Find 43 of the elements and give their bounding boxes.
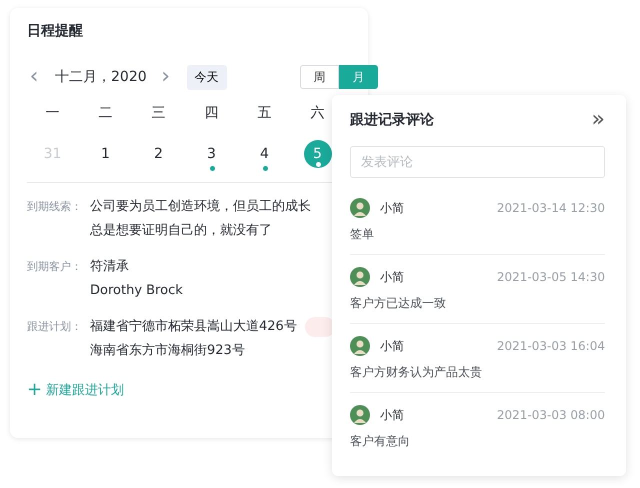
date-cell[interactable]: 3 <box>198 140 226 168</box>
field-value: 海南省东方市海桐街923号 <box>90 342 245 360</box>
comment-time: 2021-03-14 12:30 <box>496 201 605 215</box>
field-value: 公司要为员工创造环境，但员工的成长 <box>90 198 311 216</box>
panel-title: 跟进记录评论 <box>350 111 434 129</box>
comment-time: 2021-03-05 14:30 <box>496 270 605 284</box>
today-button[interactable]: 今天 <box>186 64 227 90</box>
weekday-label: 六 <box>310 104 326 123</box>
comment-text: 签单 <box>350 226 375 242</box>
field-label: 到期线索： <box>27 199 83 215</box>
view-tab[interactable]: 周 <box>300 65 339 89</box>
weekday-label: 四 <box>204 104 220 123</box>
date-cell[interactable]: 1 <box>92 140 120 168</box>
author-name: 小简 <box>380 200 404 216</box>
weekday-label: 三 <box>150 104 166 123</box>
avatar-icon <box>350 267 370 287</box>
weekday-label: 二 <box>98 104 114 123</box>
weekday-label: 五 <box>256 104 272 123</box>
weekday-label: 一 <box>44 104 60 123</box>
comment-time: 2021-03-03 08:00 <box>496 408 605 422</box>
comment-text: 客户方财务认为产品太贵 <box>350 364 483 380</box>
avatar-icon <box>350 336 370 356</box>
comment-field[interactable]: 发表评论 <box>350 146 605 178</box>
collapse-button[interactable]: » <box>592 109 605 131</box>
author-name: 小简 <box>380 268 404 286</box>
field-label: 跟进计划： <box>27 319 83 335</box>
comment-text: 客户方已达成一致 <box>350 295 447 311</box>
card-title: 日程提醒 <box>27 22 84 41</box>
date-cell[interactable]: 4 <box>250 140 278 168</box>
comment-text: 客户有意向 <box>350 433 411 449</box>
avatar-icon <box>350 405 370 425</box>
field-value: 福建省宁德市柘荣县嵩山大道426号 <box>90 318 297 336</box>
date-cell[interactable]: 2 <box>144 140 172 168</box>
avatar-icon <box>350 198 370 218</box>
field-value: Dorothy Brock <box>90 282 183 300</box>
author-name: 小简 <box>380 406 404 424</box>
plus-icon: + <box>27 381 42 399</box>
field-label: 到期客户： <box>27 259 83 275</box>
field-value: 符清承 <box>90 258 129 276</box>
comment-time: 2021-03-03 16:04 <box>496 339 605 353</box>
field-value: 总是想要证明自己的，就没有了 <box>90 222 272 240</box>
month-label: 十二月，2020 <box>55 68 147 86</box>
author-name: 小简 <box>380 338 404 354</box>
